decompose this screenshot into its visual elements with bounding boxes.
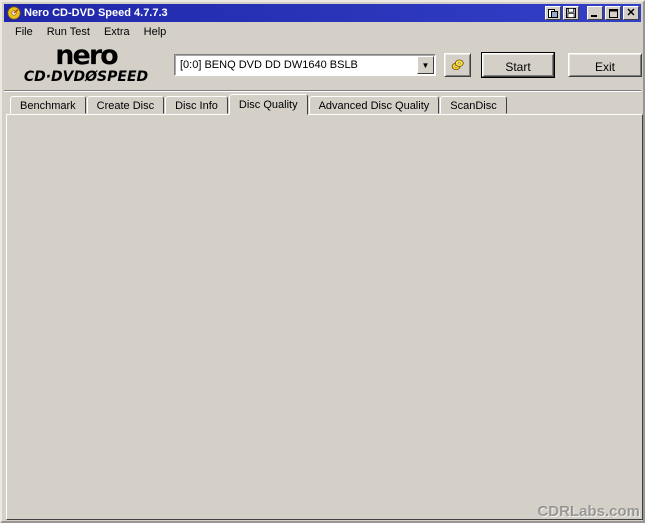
toolbar: nero CD·DVDØSPEED [0:0] BENQ DVD DD DW16… [4, 42, 641, 89]
minimize-icon [591, 9, 599, 17]
menu-run-test[interactable]: Run Test [40, 24, 97, 40]
drive-select-dropdown-button[interactable]: ▼ [417, 56, 434, 74]
tab-scandisc[interactable]: ScanDisc [440, 96, 506, 114]
disc-tray-icon [451, 57, 464, 73]
menu-help[interactable]: Help [137, 24, 174, 40]
maximize-icon [609, 9, 618, 18]
exit-button[interactable]: Exit [568, 53, 642, 77]
report-window-button[interactable] [545, 6, 561, 20]
menu-extra[interactable]: Extra [97, 24, 137, 40]
disc-quality-panel [6, 114, 643, 520]
drive-select-value: [0:0] BENQ DVD DD DW1640 BSLB [175, 59, 417, 71]
maximize-button[interactable] [605, 6, 621, 20]
title-bar: Nero CD-DVD Speed 4.7.7.3 ✕ [4, 4, 641, 22]
tab-benchmark[interactable]: Benchmark [10, 96, 86, 114]
cdspeed-logo-text: CD·DVDØSPEED [16, 70, 156, 84]
start-button[interactable]: Start [482, 53, 554, 77]
tab-disc-quality[interactable]: Disc Quality [229, 94, 308, 115]
eject-disc-button[interactable] [444, 53, 471, 77]
drive-select[interactable]: [0:0] BENQ DVD DD DW1640 BSLB ▼ [174, 54, 436, 76]
app-icon [7, 6, 21, 20]
report-icon [548, 9, 558, 18]
nero-logo: nero CD·DVDØSPEED [16, 42, 156, 84]
cdrlabs-watermark: CDRLabs.com [537, 503, 640, 520]
save-button[interactable] [563, 6, 579, 20]
close-button[interactable]: ✕ [623, 6, 639, 20]
menu-bar: File Run Test Extra Help [4, 23, 641, 41]
app-window: Nero CD-DVD Speed 4.7.7.3 ✕ File Run Tes… [0, 0, 645, 523]
window-title: Nero CD-DVD Speed 4.7.7.3 [24, 7, 543, 19]
minimize-button[interactable] [587, 6, 603, 20]
tab-create-disc[interactable]: Create Disc [87, 96, 164, 114]
nero-logo-text: nero [16, 42, 156, 69]
toolbar-separator [4, 90, 641, 92]
tab-disc-info[interactable]: Disc Info [165, 96, 228, 114]
menu-file[interactable]: File [8, 24, 40, 40]
floppy-icon [566, 8, 576, 18]
tab-advanced-disc-quality[interactable]: Advanced Disc Quality [309, 96, 440, 114]
tab-bar: Benchmark Create Disc Disc Info Disc Qua… [10, 93, 508, 114]
